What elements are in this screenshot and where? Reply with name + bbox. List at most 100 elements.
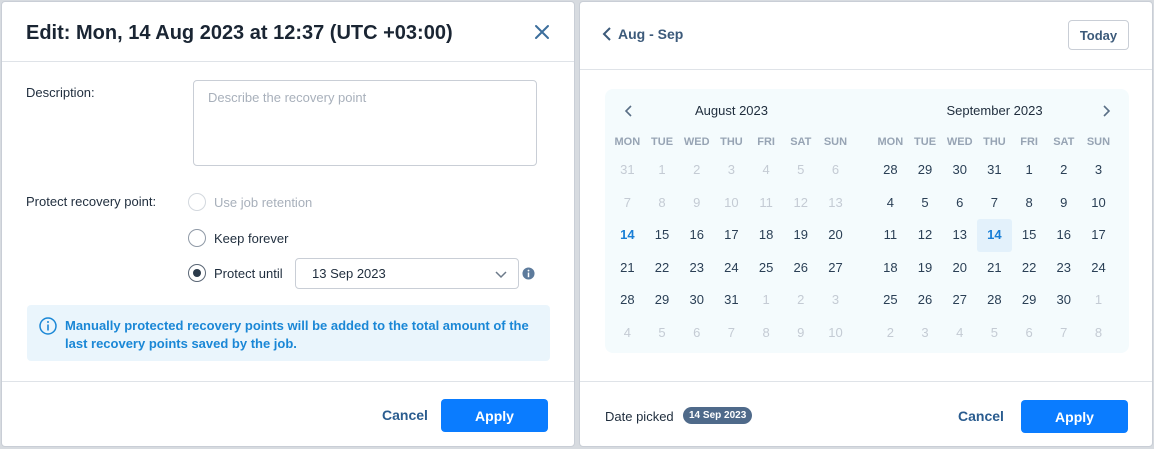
calendar-day[interactable]: 17: [714, 219, 749, 252]
calendar-day[interactable]: 30: [942, 154, 977, 187]
calendar-day[interactable]: 16: [679, 219, 714, 252]
calendar-day[interactable]: 5: [783, 154, 818, 187]
calendar-day[interactable]: 29: [1012, 284, 1047, 317]
calendar-day[interactable]: 26: [783, 252, 818, 285]
calendar-day[interactable]: 4: [942, 317, 977, 350]
calendar-day[interactable]: 18: [873, 252, 908, 285]
calendar-day[interactable]: 24: [1081, 252, 1116, 285]
calendar-day[interactable]: 5: [645, 317, 680, 350]
calendar-day[interactable]: 1: [1081, 284, 1116, 317]
calendar-day[interactable]: 5: [977, 317, 1012, 350]
protect-until-date-select[interactable]: 13 Sep 2023: [295, 258, 519, 289]
calendar-day[interactable]: 20: [818, 219, 853, 252]
radio-button[interactable]: [188, 229, 206, 247]
calendar-day[interactable]: 29: [908, 154, 943, 187]
calendar-day[interactable]: 24: [714, 252, 749, 285]
calendar-day[interactable]: 31: [610, 154, 645, 187]
calendar-day[interactable]: 3: [818, 284, 853, 317]
calendar-day[interactable]: 4: [610, 317, 645, 350]
calendar-day[interactable]: 23: [1046, 252, 1081, 285]
calendar-day[interactable]: 10: [818, 317, 853, 350]
calendar-day[interactable]: 3: [714, 154, 749, 187]
calendar-day[interactable]: 14: [610, 219, 645, 252]
calendar-day[interactable]: 1: [645, 154, 680, 187]
calendar-day[interactable]: 2: [1046, 154, 1081, 187]
radio-button[interactable]: [188, 193, 206, 211]
calendar-day[interactable]: 9: [679, 187, 714, 220]
calendar-day[interactable]: 4: [873, 187, 908, 220]
radio-protect-until[interactable]: Protect until: [188, 264, 283, 282]
calendar-day[interactable]: 28: [610, 284, 645, 317]
calendar-day[interactable]: 9: [1046, 187, 1081, 220]
calendar-day[interactable]: 7: [610, 187, 645, 220]
calendar-day[interactable]: 17: [1081, 219, 1116, 252]
calendar-day[interactable]: 30: [679, 284, 714, 317]
apply-button[interactable]: Apply: [441, 399, 548, 432]
radio-keep-forever[interactable]: Keep forever: [188, 229, 288, 247]
calendar-day[interactable]: 6: [818, 154, 853, 187]
calendar-day[interactable]: 19: [783, 219, 818, 252]
calendar-day[interactable]: 6: [942, 187, 977, 220]
calendar-day[interactable]: 25: [873, 284, 908, 317]
calendar-day[interactable]: 27: [942, 284, 977, 317]
calendar-day[interactable]: 18: [749, 219, 784, 252]
calendar-day[interactable]: 12: [783, 187, 818, 220]
calendar-day[interactable]: 1: [1012, 154, 1047, 187]
cancel-button[interactable]: Cancel: [958, 408, 1004, 424]
chevron-right-icon[interactable]: [1101, 105, 1111, 117]
calendar-day[interactable]: 22: [1012, 252, 1047, 285]
apply-button[interactable]: Apply: [1021, 400, 1128, 433]
calendar-day[interactable]: 14: [977, 219, 1012, 252]
calendar-day[interactable]: 13: [818, 187, 853, 220]
description-input[interactable]: [193, 80, 537, 166]
calendar-day[interactable]: 21: [977, 252, 1012, 285]
calendar-day[interactable]: 6: [679, 317, 714, 350]
calendar-day[interactable]: 6: [1012, 317, 1047, 350]
calendar-day[interactable]: 16: [1046, 219, 1081, 252]
calendar-day[interactable]: 7: [1046, 317, 1081, 350]
calendar-day[interactable]: 28: [873, 154, 908, 187]
cancel-button[interactable]: Cancel: [382, 407, 428, 423]
calendar-day[interactable]: 15: [645, 219, 680, 252]
calendar-day[interactable]: 12: [908, 219, 943, 252]
calendar-day[interactable]: 7: [714, 317, 749, 350]
calendar-day[interactable]: 10: [1081, 187, 1116, 220]
calendar-day[interactable]: 13: [942, 219, 977, 252]
info-icon[interactable]: [522, 267, 535, 280]
calendar-day[interactable]: 27: [818, 252, 853, 285]
calendar-day[interactable]: 8: [645, 187, 680, 220]
calendar-day[interactable]: 8: [1081, 317, 1116, 350]
calendar-day[interactable]: 5: [908, 187, 943, 220]
calendar-day[interactable]: 31: [977, 154, 1012, 187]
calendar-day[interactable]: 28: [977, 284, 1012, 317]
calendar-day[interactable]: 29: [645, 284, 680, 317]
calendar-day[interactable]: 9: [783, 317, 818, 350]
calendar-day[interactable]: 22: [645, 252, 680, 285]
calendar-day[interactable]: 8: [1012, 187, 1047, 220]
calendar-day[interactable]: 2: [783, 284, 818, 317]
calendar-day[interactable]: 26: [908, 284, 943, 317]
radio-button[interactable]: [188, 264, 206, 282]
calendar-day[interactable]: 3: [908, 317, 943, 350]
calendar-day[interactable]: 20: [942, 252, 977, 285]
close-button[interactable]: [530, 20, 554, 44]
calendar-day[interactable]: 3: [1081, 154, 1116, 187]
calendar-day[interactable]: 30: [1046, 284, 1081, 317]
calendar-day[interactable]: 2: [679, 154, 714, 187]
calendar-day[interactable]: 19: [908, 252, 943, 285]
today-button[interactable]: Today: [1068, 20, 1129, 50]
calendar-day[interactable]: 7: [977, 187, 1012, 220]
calendar-day[interactable]: 21: [610, 252, 645, 285]
calendar-day[interactable]: 15: [1012, 219, 1047, 252]
calendar-day[interactable]: 1: [749, 284, 784, 317]
calendar-day[interactable]: 10: [714, 187, 749, 220]
calendar-day[interactable]: 4: [749, 154, 784, 187]
calendar-day[interactable]: 31: [714, 284, 749, 317]
calendar-day[interactable]: 11: [749, 187, 784, 220]
calendar-day[interactable]: 8: [749, 317, 784, 350]
radio-use-job-retention[interactable]: Use job retention: [188, 193, 312, 211]
calendar-day[interactable]: 23: [679, 252, 714, 285]
range-back-button[interactable]: Aug - Sep: [602, 26, 683, 42]
calendar-day[interactable]: 25: [749, 252, 784, 285]
calendar-day[interactable]: 11: [873, 219, 908, 252]
